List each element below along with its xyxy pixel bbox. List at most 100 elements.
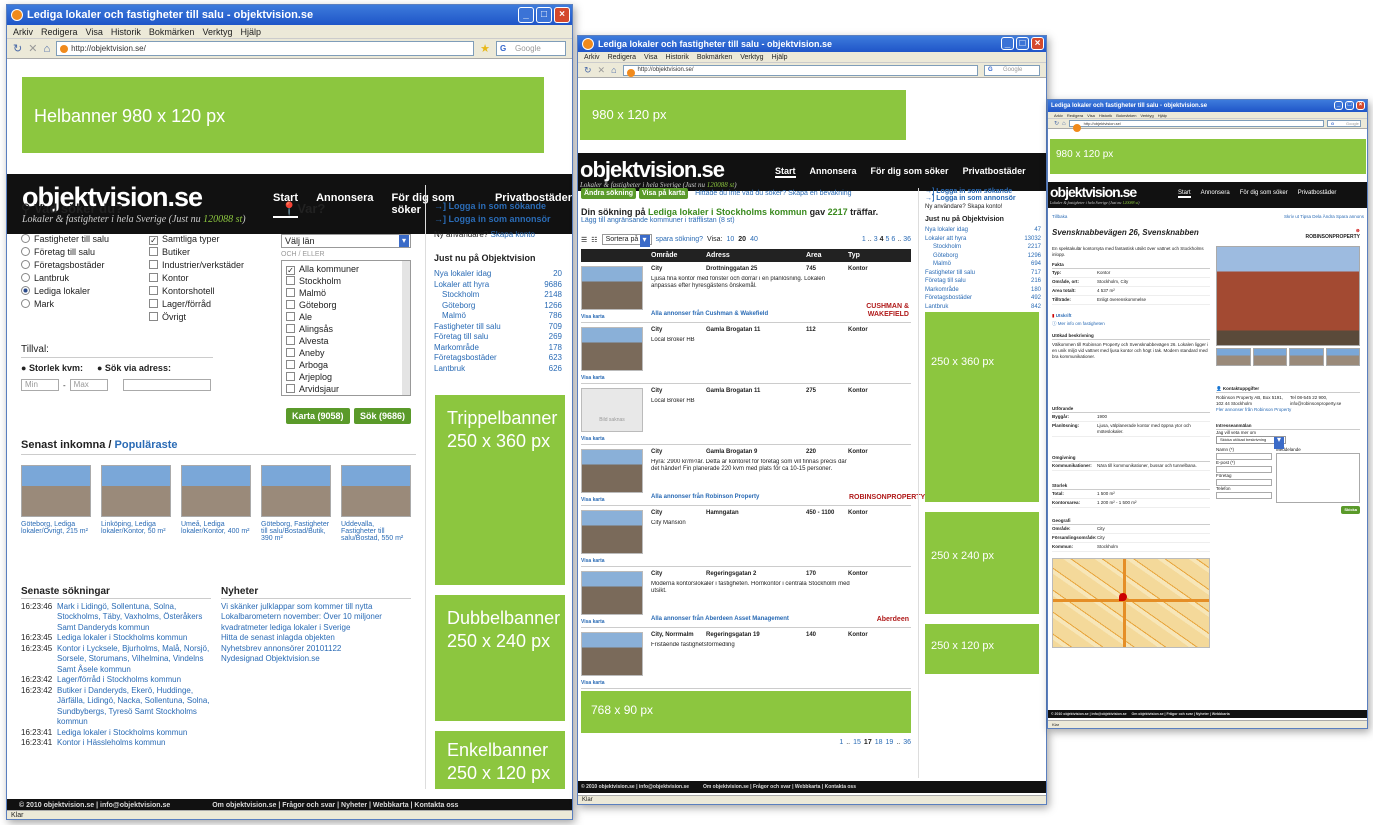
- stat-row[interactable]: Stockholm 2217: [925, 243, 1041, 252]
- stat-label[interactable]: Fastigheter till salu: [925, 269, 975, 278]
- stat-label[interactable]: Lokaler att hyra: [925, 235, 966, 244]
- stat-row[interactable]: Markområde 178: [434, 343, 562, 354]
- url-bar[interactable]: http://objektvision.se/: [622, 64, 978, 77]
- change-search-tab[interactable]: Ändra sökning: [581, 188, 637, 199]
- result-row[interactable]: Alla annonser från Aberdeen Asset Manage…: [581, 567, 911, 628]
- reload-icon[interactable]: ↻: [13, 42, 22, 55]
- mun-9[interactable]: Arjeplog: [286, 371, 410, 383]
- double-banner[interactable]: Dubbelbanner 250 x 240 px: [435, 595, 565, 721]
- stat-row[interactable]: Fastigheter till salu 709: [434, 322, 562, 333]
- menu-historik[interactable]: Historik: [1099, 112, 1112, 118]
- stat-row[interactable]: Företag till salu 269: [434, 332, 562, 343]
- show-map-link[interactable]: Visa karta: [581, 497, 605, 505]
- menu-bokmarken[interactable]: Bokmärken: [697, 52, 732, 62]
- result-broker-link[interactable]: Alla annonser från Cushman & Wakefield: [651, 311, 768, 319]
- stat-row[interactable]: Nya lokaler idag 47: [925, 226, 1041, 235]
- url-bar[interactable]: http://objektvision.se/: [56, 41, 475, 56]
- page-current[interactable]: 4: [880, 236, 884, 243]
- new-user-text[interactable]: Ny användare? Skapa konto!: [925, 204, 1043, 210]
- login-advertiser-link[interactable]: →] Logga in som annonsör: [434, 213, 571, 226]
- nav-annonsera[interactable]: Annonsera: [810, 166, 857, 178]
- stat-row[interactable]: Lokaler att hyra 13032: [925, 235, 1041, 244]
- show-map-link[interactable]: Visa karta: [581, 375, 605, 383]
- page-link[interactable]: 5: [886, 236, 890, 243]
- minimize-icon[interactable]: _: [1001, 37, 1014, 50]
- login-seeker-link[interactable]: →] Logga in som sökande: [925, 188, 1043, 195]
- result-row[interactable]: City Hamngatan 450 - 1100 Kontor City Mansio…: [581, 506, 911, 567]
- page-link[interactable]: 1: [862, 236, 866, 243]
- grid-view-icon[interactable]: ☷: [591, 236, 597, 244]
- menu-verktyg[interactable]: Verktyg: [740, 52, 763, 62]
- login-seeker-link[interactable]: →] Logga in som sökande: [434, 200, 571, 213]
- listing-image[interactable]: [21, 465, 91, 517]
- stat-row[interactable]: Fastigheter till salu 717: [925, 269, 1041, 278]
- result-thumbnail[interactable]: [581, 510, 643, 554]
- page-link[interactable]: 19: [886, 739, 894, 746]
- check-industrier[interactable]: Industrier/verkstäder: [149, 259, 279, 272]
- detail-tools[interactable]: Skriv ut Tipsa Dela Ändra Spara annons: [1284, 214, 1364, 220]
- address-input[interactable]: [122, 379, 211, 391]
- top-banner[interactable]: 980 x 120 px: [580, 90, 906, 140]
- result-address[interactable]: Hamngatan: [706, 510, 806, 518]
- page-current[interactable]: 17: [864, 739, 872, 746]
- company-input[interactable]: [1216, 479, 1272, 486]
- result-thumbnail[interactable]: Bild saknas: [581, 388, 643, 432]
- page-link[interactable]: 3: [874, 236, 878, 243]
- radio-foretagsbostader[interactable]: Företagsbostäder: [21, 259, 149, 272]
- map-marker-icon[interactable]: [1119, 593, 1127, 601]
- result-broker-link[interactable]: Alla annonser från Aberdeen Asset Manage…: [651, 616, 789, 624]
- size-max-input[interactable]: Max: [69, 379, 108, 391]
- save-search-link[interactable]: spara sökning?: [656, 236, 703, 243]
- result-thumbnail[interactable]: [581, 266, 643, 310]
- contact-more-link[interactable]: Fler annonser från Robinson Property: [1216, 407, 1360, 413]
- news-item[interactable]: Nydesignad Objektvision.se: [221, 654, 411, 665]
- menu-historik[interactable]: Historik: [665, 52, 688, 62]
- show-map-link[interactable]: Visa karta: [581, 558, 605, 566]
- check-butiker[interactable]: Butiker: [149, 246, 279, 259]
- stat-label[interactable]: Lantbruk: [925, 303, 948, 312]
- radio-mark[interactable]: Mark: [21, 298, 149, 311]
- listing-image[interactable]: [261, 465, 331, 517]
- check-samtliga[interactable]: ✓ Samtliga typer: [149, 233, 279, 246]
- popular-tab[interactable]: Populäraste: [115, 439, 178, 451]
- top-banner[interactable]: 980 x 120 px: [1050, 139, 1366, 174]
- stat-label[interactable]: Nya lokaler idag: [925, 226, 968, 235]
- show-map-link[interactable]: Visa karta: [581, 436, 605, 444]
- mun-8[interactable]: Arboga: [286, 359, 410, 371]
- news-item[interactable]: Hitta de senast inlagda objekten: [221, 633, 411, 644]
- stat-label[interactable]: Lantbruk: [434, 364, 465, 375]
- nav-start[interactable]: Start: [775, 166, 796, 178]
- page-link[interactable]: 36: [903, 236, 911, 243]
- per-page-20[interactable]: 20: [738, 236, 746, 243]
- recent-item[interactable]: 16:23:45 Kontor i Lycksele, Bjurholms, Ma…: [21, 644, 211, 676]
- minimize-icon[interactable]: _: [1334, 101, 1343, 110]
- news-item[interactable]: Vi skänker julklappar som kommer till ny…: [221, 602, 411, 613]
- stat-row[interactable]: Företag till salu 216: [925, 277, 1041, 286]
- size-min-input[interactable]: Min: [21, 379, 59, 391]
- result-row[interactable]: Alla annonser från Cushman & Wakefield CU…: [581, 262, 911, 323]
- banner-120[interactable]: 250 x 120 px: [925, 624, 1039, 674]
- result-address[interactable]: Gamla Brogatan 9: [706, 449, 806, 457]
- recent-item[interactable]: 16:23:45 Lediga lokaler i Stockholms komm…: [21, 633, 211, 644]
- col-size[interactable]: Area: [806, 252, 848, 259]
- page-link[interactable]: 6: [891, 236, 895, 243]
- stat-label[interactable]: Göteborg: [925, 252, 958, 261]
- menu-redigera[interactable]: Redigera: [1067, 112, 1083, 118]
- stat-row[interactable]: Företagsbostäder 623: [434, 353, 562, 364]
- mun-5[interactable]: Alingsås: [286, 323, 410, 335]
- phone-input[interactable]: [1216, 492, 1272, 499]
- stat-label[interactable]: Malmö: [434, 311, 466, 322]
- menu-historik[interactable]: Historik: [111, 25, 141, 38]
- menu-hjalp[interactable]: Hjälp: [1158, 112, 1167, 118]
- nav-start[interactable]: Start: [1178, 190, 1191, 198]
- result-broker-link[interactable]: Alla annonser från Robinson Property: [651, 494, 759, 502]
- url-bar[interactable]: http://objektvision.se/: [1068, 120, 1324, 132]
- result-thumbnail[interactable]: [581, 449, 643, 493]
- site-footer[interactable]: © 2010 objektvision.se | info@objektvisi…: [1048, 710, 1367, 718]
- list-scrollbar[interactable]: [402, 261, 410, 395]
- recent-item[interactable]: 16:23:46 Mark i Lidingö, Sollentuna, Soln…: [21, 602, 211, 634]
- mun-2[interactable]: Malmö: [286, 287, 410, 299]
- result-row[interactable]: City Gamla Brogatan 11 112 Kontor Local Brok…: [581, 323, 911, 384]
- stat-label[interactable]: Företag till salu: [434, 332, 488, 343]
- site-logo[interactable]: objektvision.se: [1050, 184, 1137, 200]
